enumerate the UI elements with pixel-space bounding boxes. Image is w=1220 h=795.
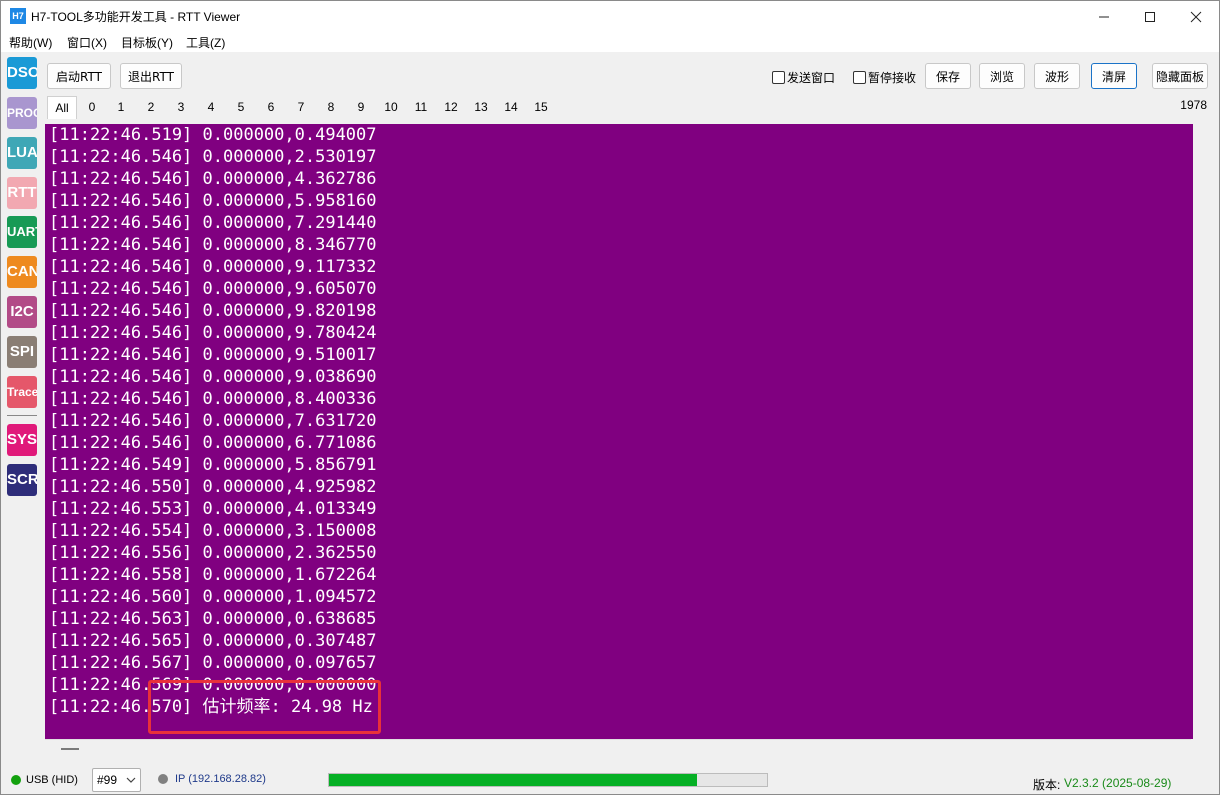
log-line: [11:22:46.550] 0.000000,4.925982	[49, 477, 377, 497]
log-line: [11:22:46.560] 0.000000,1.094572	[49, 587, 377, 607]
tab-channel-12[interactable]: 12	[436, 96, 466, 119]
browse-button[interactable]: 浏览	[979, 63, 1025, 89]
log-line: [11:22:46.546] 0.000000,9.510017	[49, 345, 377, 365]
menu-window[interactable]: 窗口(X)	[67, 34, 107, 51]
version-value: V2.3.2 (2025-08-29)	[1064, 776, 1172, 790]
sidebar-sys-button[interactable]: SYS	[7, 424, 37, 456]
tab-channel-3[interactable]: 3	[166, 96, 196, 119]
tab-channel-14[interactable]: 14	[496, 96, 526, 119]
transfer-progress-bar	[328, 773, 768, 787]
log-line: [11:22:46.546] 0.000000,9.780424	[49, 323, 377, 343]
log-line: [11:22:46.546] 0.000000,7.631720	[49, 411, 377, 431]
minimize-button[interactable]	[1081, 1, 1127, 32]
sidebar-trace-button[interactable]: Trace	[7, 376, 37, 408]
transfer-progress-fill	[329, 774, 697, 786]
log-line: [11:22:46.549] 0.000000,5.856791	[49, 455, 377, 475]
log-line: [11:22:46.546] 0.000000,2.530197	[49, 147, 377, 167]
log-line: [11:22:46.546] 0.000000,4.362786	[49, 169, 377, 189]
save-button[interactable]: 保存	[925, 63, 971, 89]
send-window-checkbox-box[interactable]	[772, 71, 785, 84]
tab-channel-8[interactable]: 8	[316, 96, 346, 119]
rtt-viewer-window: H7 H7-TOOL多功能开发工具 - RTT Viewer 帮助(W) 窗口(…	[0, 0, 1220, 795]
exit-rtt-button[interactable]: 退出RTT	[120, 63, 182, 89]
waveform-button[interactable]: 波形	[1034, 63, 1080, 89]
sidebar-rtt-button[interactable]: RTT	[7, 177, 37, 209]
tab-channel-5[interactable]: 5	[226, 96, 256, 119]
line-count: 1978	[1180, 98, 1207, 112]
tab-channel-1[interactable]: 1	[106, 96, 136, 119]
log-line: [11:22:46.546] 0.000000,6.771086	[49, 433, 377, 453]
send-window-checkbox[interactable]: 发送窗口	[772, 70, 844, 85]
maximize-icon	[1145, 12, 1155, 22]
log-line: [11:22:46.546] 0.000000,9.605070	[49, 279, 377, 299]
window-title: H7-TOOL多功能开发工具 - RTT Viewer	[31, 10, 241, 24]
app-logo-icon: H7	[10, 8, 26, 24]
pause-receive-checkbox[interactable]: 暂停接收	[853, 70, 923, 85]
usb-connection-label: USB (HID)	[26, 774, 78, 786]
log-line: [11:22:46.546] 0.000000,8.346770	[49, 235, 377, 255]
start-rtt-button[interactable]: 启动RTT	[47, 63, 111, 89]
tab-all[interactable]: All	[47, 96, 77, 119]
send-window-label: 发送窗口	[787, 71, 836, 85]
log-line: [11:22:46.546] 0.000000,8.400336	[49, 389, 377, 409]
chevron-down-icon	[126, 777, 136, 783]
log-line: [11:22:46.519] 0.000000,0.494007	[49, 125, 377, 145]
sidebar-lua-button[interactable]: LUA	[7, 137, 37, 169]
device-select[interactable]: #99	[92, 768, 141, 792]
ip-status-dot-icon	[158, 774, 168, 784]
tab-channel-0[interactable]: 0	[77, 96, 107, 119]
tab-channel-6[interactable]: 6	[256, 96, 286, 119]
log-line: [11:22:46.563] 0.000000,0.638685	[49, 609, 377, 629]
tab-channel-11[interactable]: 11	[406, 96, 436, 119]
log-line: [11:22:46.553] 0.000000,4.013349	[49, 499, 377, 519]
log-line: [11:22:46.554] 0.000000,3.150008	[49, 521, 377, 541]
log-line: [11:22:46.546] 0.000000,9.820198	[49, 301, 377, 321]
sidebar-scr-button[interactable]: SCR	[7, 464, 37, 496]
sidebar-divider	[7, 415, 37, 416]
log-line: [11:22:46.546] 0.000000,5.958160	[49, 191, 377, 211]
log-line: [11:22:46.546] 0.000000,7.291440	[49, 213, 377, 233]
usb-status-dot-icon	[11, 775, 21, 785]
sidebar-uart-button[interactable]: UART	[7, 216, 37, 248]
horizontal-scrollbar[interactable]	[45, 739, 1191, 758]
horizontal-scrollbar-thumb[interactable]	[61, 748, 79, 750]
vertical-scrollbar[interactable]	[1193, 124, 1207, 739]
sidebar-can-button[interactable]: CAN	[7, 256, 37, 288]
menu-target-board[interactable]: 目标板(Y)	[121, 34, 173, 51]
tab-channel-7[interactable]: 7	[286, 96, 316, 119]
close-button[interactable]	[1173, 1, 1219, 32]
clear-screen-button[interactable]: 清屏	[1091, 63, 1137, 89]
rtt-output-terminal[interactable]: [11:22:46.519] 0.000000,0.494007 [11:22:…	[45, 124, 1193, 739]
device-select-value: #99	[97, 773, 118, 787]
tab-channel-2[interactable]: 2	[136, 96, 166, 119]
log-line: [11:22:46.565] 0.000000,0.307487	[49, 631, 377, 651]
tab-channel-4[interactable]: 4	[196, 96, 226, 119]
log-line: [11:22:46.556] 0.000000,2.362550	[49, 543, 377, 563]
sidebar-prog-button[interactable]: PROG	[7, 97, 37, 129]
sidebar-spi-button[interactable]: SPI	[7, 336, 37, 368]
tab-channel-15[interactable]: 15	[526, 96, 556, 119]
tab-channel-10[interactable]: 10	[376, 96, 406, 119]
menu-help[interactable]: 帮助(W)	[9, 34, 52, 51]
log-line: [11:22:46.546] 0.000000,9.038690	[49, 367, 377, 387]
menu-tools[interactable]: 工具(Z)	[186, 34, 225, 51]
log-line: [11:22:46.567] 0.000000,0.097657	[49, 653, 377, 673]
minimize-icon	[1099, 16, 1109, 18]
log-line: [11:22:46.546] 0.000000,9.117332	[49, 257, 377, 277]
log-line: [11:22:46.558] 0.000000,1.672264	[49, 565, 377, 585]
tab-channel-13[interactable]: 13	[466, 96, 496, 119]
pause-receive-label: 暂停接收	[868, 71, 917, 85]
pause-receive-checkbox-box[interactable]	[853, 71, 866, 84]
version-label: 版本:	[1033, 778, 1061, 792]
menu-bar: 帮助(W) 窗口(X) 目标板(Y) 工具(Z)	[1, 32, 1219, 52]
title-bar: H7 H7-TOOL多功能开发工具 - RTT Viewer	[1, 1, 1219, 32]
ip-address-label: IP (192.168.28.82)	[175, 773, 266, 785]
close-icon	[1190, 11, 1202, 23]
hide-panel-button[interactable]: 隐藏面板	[1152, 63, 1208, 89]
sidebar-dso-button[interactable]: DSO	[7, 57, 37, 89]
frequency-highlight-box	[148, 680, 381, 734]
sidebar-i2c-button[interactable]: I2C	[7, 296, 37, 328]
tab-channel-9[interactable]: 9	[346, 96, 376, 119]
maximize-button[interactable]	[1127, 1, 1173, 32]
